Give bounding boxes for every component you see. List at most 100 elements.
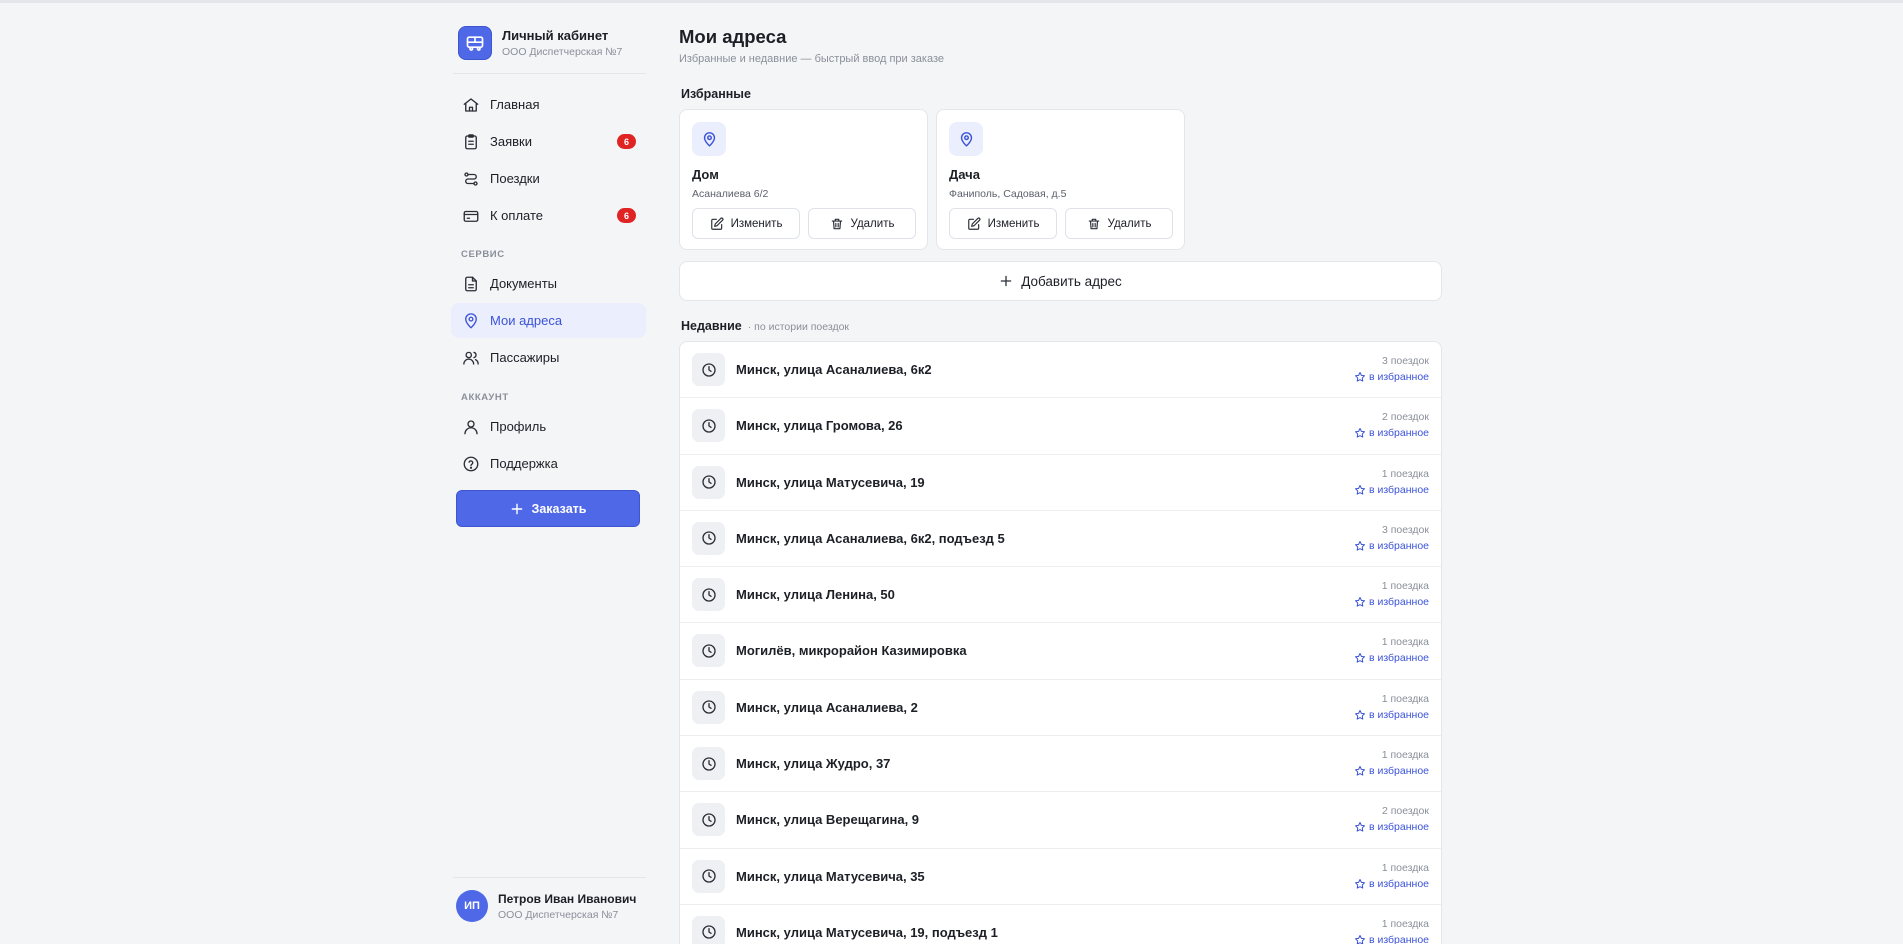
favorite-name: Дом: [692, 167, 719, 182]
nav-item-my-addresses[interactable]: Мои адреса: [451, 303, 646, 338]
recent-title: Недавние · по истории поездок: [681, 319, 849, 333]
nav-item-label: Поддержка: [490, 456, 558, 471]
map-pin-icon: [462, 312, 480, 330]
user-icon: [462, 418, 480, 436]
trip-count: 1 поездка: [1381, 636, 1429, 649]
clock-icon: [692, 859, 725, 893]
add-to-favorites-label: в избранное: [1368, 371, 1429, 383]
list-item[interactable]: Минск, улица Матусевича, 19 1 поездка в …: [680, 455, 1441, 511]
clock-icon: [692, 465, 725, 499]
nav-item-label: К оплате: [490, 208, 544, 223]
list-item[interactable]: Минск, улица Матусевича, 19, подъезд 1 1…: [680, 905, 1441, 944]
list-item[interactable]: Минск, улица Верещагина, 9 2 поездок в и…: [680, 792, 1441, 849]
add-address-label: Добавить адрес: [1021, 273, 1122, 289]
trip-count: 1 поездка: [1381, 917, 1429, 930]
list-item[interactable]: Минск, улица Асаналиева, 2 1 поездка в и…: [680, 680, 1441, 737]
requests-count-badge: 6: [617, 134, 636, 149]
star-icon: [1354, 934, 1366, 944]
trip-count: 2 поездок: [1381, 411, 1429, 424]
edit-button[interactable]: Изменить: [692, 208, 800, 239]
list-item[interactable]: Минск, улица Матусевича, 35 1 поездка в …: [680, 849, 1441, 905]
edit-button-label: Изменить: [730, 217, 783, 230]
recent-address: Минск, улица Асаналиева, 6к2, подъезд 5: [736, 530, 1005, 546]
trip-count: 2 поездок: [1381, 805, 1429, 818]
add-to-favorites-button[interactable]: в избранное: [1354, 765, 1429, 777]
nav-item-documents[interactable]: Документы: [451, 266, 646, 301]
clock-icon: [692, 353, 725, 386]
divider: [453, 877, 646, 878]
brand-title: Личный кабинет: [502, 28, 609, 43]
order-button-label: Заказать: [531, 501, 587, 516]
user-card[interactable]: ИП Петров Иван Иванович ООО Диспетчерска…: [456, 890, 636, 922]
add-to-favorites-button[interactable]: в избранное: [1354, 540, 1429, 552]
recent-address: Минск, улица Асаналиева, 2: [736, 699, 918, 715]
brand-subtitle: ООО Диспетчерская №7: [502, 46, 623, 58]
star-icon: [1354, 596, 1366, 608]
nav-item-profile[interactable]: Профиль: [451, 409, 646, 444]
nav-item-home[interactable]: Главная: [451, 87, 646, 122]
add-to-favorites-label: в избранное: [1368, 427, 1429, 440]
recent-list: Минск, улица Асаналиева, 6к2 3 поездок в…: [679, 341, 1442, 944]
add-to-favorites-button[interactable]: в избранное: [1354, 709, 1429, 721]
add-to-favorites-label: в избранное: [1368, 539, 1429, 552]
delete-button[interactable]: Удалить: [808, 208, 916, 239]
nav-item-trips[interactable]: Поездки: [451, 161, 646, 196]
favorites-title: Избранные: [681, 87, 751, 101]
clock-icon: [692, 915, 725, 944]
help-icon: [462, 455, 480, 473]
clipboard-icon: [462, 133, 480, 151]
list-item[interactable]: Минск, улица Жудро, 37 1 поездка в избра…: [680, 736, 1441, 793]
user-name: Петров Иван Иванович: [498, 891, 637, 906]
add-to-favorites-button[interactable]: в избранное: [1354, 596, 1429, 608]
star-icon: [1354, 484, 1366, 496]
delete-button[interactable]: Удалить: [1065, 208, 1173, 239]
service-nav: Документы Мои адреса Пассажиры: [451, 266, 646, 377]
favorite-address: Асаналиева 6/2: [692, 188, 769, 200]
add-to-favorites-button[interactable]: в избранное: [1354, 878, 1429, 890]
recent-address: Минск, улица Матусевича, 19, подъезд 1: [736, 924, 998, 940]
nav-item-payment[interactable]: К оплате 6: [451, 198, 646, 233]
list-item[interactable]: Минск, улица Громова, 26 2 поездок в изб…: [680, 398, 1441, 455]
clock-icon: [692, 409, 725, 443]
add-to-favorites-button[interactable]: в избранное: [1354, 652, 1429, 664]
list-item[interactable]: Могилёв, микрорайон Казимировка 1 поездк…: [680, 623, 1441, 680]
favorite-card: Дача Фаниполь, Садовая, д.5 Изменить Уда…: [936, 109, 1185, 250]
nav-item-requests[interactable]: Заявки 6: [451, 124, 646, 159]
add-to-favorites-button[interactable]: в избранное: [1354, 371, 1429, 383]
page-title: Мои адреса: [679, 26, 787, 47]
nav-item-label: Мои адреса: [490, 313, 563, 328]
trip-count: 1 поездка: [1381, 580, 1429, 593]
nav-item-label: Пассажиры: [490, 350, 560, 365]
edit-button-label: Изменить: [987, 217, 1040, 230]
edit-icon: [710, 217, 724, 231]
page-subtitle: Избранные и недавние — быстрый ввод при …: [679, 53, 944, 65]
nav-item-label: Главная: [490, 97, 540, 112]
add-to-favorites-label: в избранное: [1368, 596, 1429, 609]
add-address-button[interactable]: Добавить адрес: [679, 261, 1442, 301]
card-icon: [462, 207, 480, 225]
document-icon: [462, 275, 480, 293]
list-item[interactable]: Минск, улица Асаналиева, 6к2, подъезд 5 …: [680, 511, 1441, 568]
payment-count-badge: 6: [617, 208, 636, 223]
trash-icon: [1087, 217, 1101, 231]
edit-button[interactable]: Изменить: [949, 208, 1057, 239]
list-item[interactable]: Минск, улица Ленина, 50 1 поездка в избр…: [680, 567, 1441, 624]
star-icon: [1354, 540, 1366, 552]
star-icon: [1354, 878, 1366, 890]
list-item[interactable]: Минск, улица Асаналиева, 6к2 3 поездок в…: [680, 342, 1441, 399]
nav-item-support[interactable]: Поддержка: [451, 446, 646, 481]
star-icon: [1354, 709, 1366, 721]
trip-count: 3 поездок: [1381, 355, 1429, 367]
star-icon: [1354, 371, 1366, 383]
recent-address: Могилёв, микрорайон Казимировка: [736, 643, 967, 659]
clock-icon: [692, 578, 725, 612]
favorite-address: Фаниполь, Садовая, д.5: [949, 188, 1067, 200]
users-icon: [462, 349, 480, 367]
add-to-favorites-button[interactable]: в избранное: [1354, 427, 1429, 439]
order-button[interactable]: Заказать: [456, 490, 640, 527]
add-to-favorites-button[interactable]: в избранное: [1354, 484, 1429, 496]
add-to-favorites-button[interactable]: в избранное: [1354, 821, 1429, 833]
nav-section-service: СЕРВИС: [461, 249, 505, 260]
nav-item-passengers[interactable]: Пассажиры: [451, 340, 646, 375]
add-to-favorites-button[interactable]: в избранное: [1354, 934, 1429, 944]
